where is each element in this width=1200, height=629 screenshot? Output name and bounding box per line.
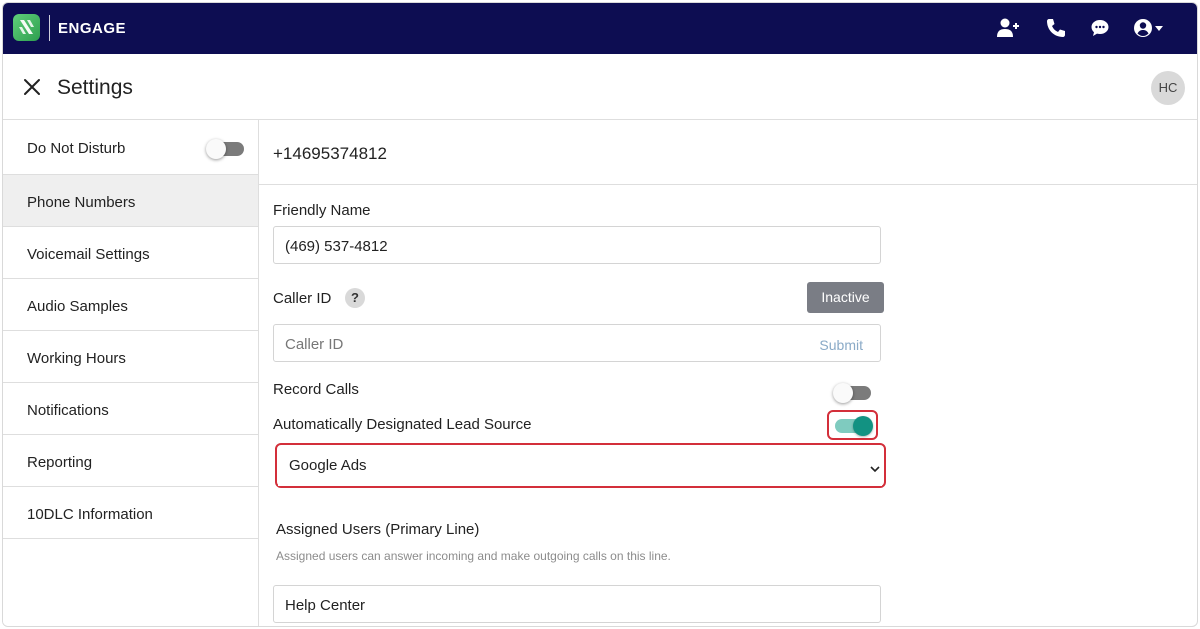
- caller-id-submit-link[interactable]: Submit: [819, 337, 863, 353]
- help-icon[interactable]: ?: [345, 288, 365, 308]
- sidebar-item-label: Working Hours: [27, 350, 126, 367]
- toggle-knob: [833, 383, 853, 403]
- caller-id-status-button[interactable]: Inactive: [807, 282, 884, 313]
- caller-id-label: Caller ID: [273, 290, 332, 307]
- sidebar-item-working-hours[interactable]: Working Hours: [3, 331, 258, 383]
- sidebar-item-do-not-disturb: Do Not Disturb: [3, 120, 258, 175]
- brand-name: ENGAGE: [58, 20, 127, 37]
- friendly-name-value: (469) 537-4812: [285, 238, 388, 255]
- assigned-users-label: Assigned Users (Primary Line): [276, 521, 480, 538]
- app-window: ENGAGE Settings HC Do Not Disturb Phone …: [2, 2, 1198, 627]
- sidebar-item-reporting[interactable]: Reporting: [3, 435, 258, 487]
- chevron-down-icon: [870, 460, 880, 478]
- sidebar-item-label: Do Not Disturb: [27, 140, 126, 157]
- sidebar-item-label: Notifications: [27, 402, 109, 419]
- chat-icon[interactable]: [1089, 17, 1113, 39]
- sidebar-item-10dlc-information[interactable]: 10DLC Information: [3, 487, 258, 539]
- do-not-disturb-toggle[interactable]: [206, 139, 244, 159]
- sidebar-item-label: Phone Numbers: [27, 194, 136, 211]
- assigned-users-help-text: Assigned users can answer incoming and m…: [276, 549, 671, 563]
- lead-source-selected-value: Google Ads: [289, 457, 367, 474]
- sidebar-item-label: Audio Samples: [27, 298, 128, 315]
- avatar[interactable]: HC: [1151, 71, 1185, 105]
- phone-number-header: +14695374812: [259, 120, 1197, 185]
- sidebar-item-label: Voicemail Settings: [27, 246, 150, 263]
- app-logo[interactable]: [13, 14, 40, 41]
- brand-divider: [49, 15, 50, 41]
- page-header: Settings HC: [3, 54, 1197, 120]
- close-icon[interactable]: [21, 76, 43, 98]
- account-icon[interactable]: [1133, 17, 1169, 39]
- caller-id-placeholder: Caller ID: [285, 336, 344, 353]
- phone-number-settings-panel: +14695374812 Friendly Name (469) 537-481…: [259, 120, 1197, 626]
- page-title: Settings: [57, 76, 133, 99]
- lead-source-select[interactable]: Google Ads: [278, 447, 882, 486]
- settings-sidebar: Do Not Disturb Phone Numbers Voicemail S…: [3, 120, 259, 626]
- toggle-knob: [206, 139, 226, 159]
- assigned-user-value: Help Center: [285, 597, 366, 614]
- phone-icon[interactable]: [1045, 17, 1069, 39]
- sidebar-item-audio-samples[interactable]: Audio Samples: [3, 279, 258, 331]
- record-calls-label: Record Calls: [273, 381, 359, 398]
- toggle-knob: [853, 416, 873, 436]
- top-nav-bar: ENGAGE: [3, 3, 1197, 54]
- assigned-users-input[interactable]: Help Center: [273, 585, 881, 623]
- lead-source-toggle[interactable]: [835, 416, 873, 436]
- caller-id-input[interactable]: Caller ID Submit: [273, 324, 881, 362]
- sidebar-item-phone-numbers[interactable]: Phone Numbers: [3, 175, 258, 227]
- friendly-name-label: Friendly Name: [273, 202, 371, 219]
- record-calls-toggle[interactable]: [833, 383, 871, 403]
- lead-source-label: Automatically Designated Lead Source: [273, 416, 532, 433]
- friendly-name-input[interactable]: (469) 537-4812: [273, 226, 881, 264]
- sidebar-item-voicemail-settings[interactable]: Voicemail Settings: [3, 227, 258, 279]
- add-user-icon[interactable]: [996, 17, 1020, 39]
- phone-number-title: +14695374812: [273, 144, 387, 163]
- sidebar-item-label: 10DLC Information: [27, 506, 153, 523]
- sidebar-item-notifications[interactable]: Notifications: [3, 383, 258, 435]
- sidebar-item-label: Reporting: [27, 454, 93, 471]
